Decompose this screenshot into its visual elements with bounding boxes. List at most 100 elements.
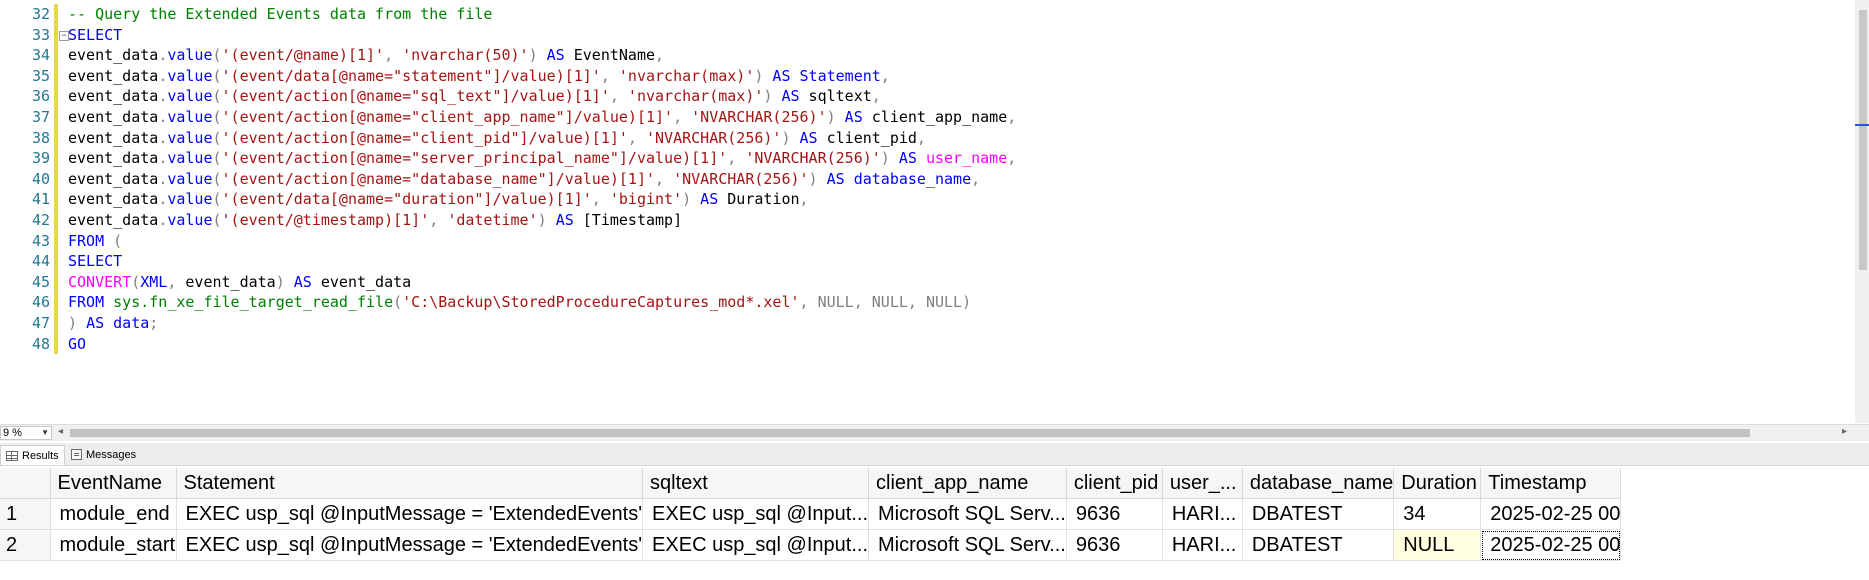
code-token: AS: [826, 169, 845, 188]
col-client-app-name[interactable]: client_app_name: [868, 468, 1067, 499]
code-token: (: [393, 293, 403, 312]
code-token: '(event/action[@name="sql_text"]/value)[…: [221, 87, 610, 106]
scroll-right-icon[interactable]: ▸: [1842, 426, 1847, 437]
code-token: ): [68, 313, 87, 332]
code-token: ,: [655, 46, 665, 65]
code-token: (: [212, 87, 222, 106]
table-cell[interactable]: EXEC usp_sql @Input...: [642, 529, 870, 561]
code-token: AS: [555, 210, 574, 229]
code-line[interactable]: event_data.value('(event/@timestamp)[1]'…: [68, 210, 1848, 231]
code-token: client_pid: [817, 128, 917, 147]
code-line[interactable]: event_data.value('(event/data[@name="dur…: [68, 189, 1848, 210]
code-token: ): [826, 107, 845, 126]
table-cell[interactable]: DBATEST: [1242, 529, 1395, 561]
horizontal-scroll-thumb[interactable]: [70, 429, 1750, 437]
code-token: ): [682, 190, 701, 209]
table-row[interactable]: 2 module_start EXEC usp_sql @InputMessage …: [0, 529, 1622, 561]
line-number: 47: [31, 313, 50, 332]
code-line[interactable]: ) AS data;: [68, 313, 1848, 334]
table-cell[interactable]: HARI...: [1162, 498, 1243, 530]
code-token: .: [158, 210, 168, 229]
table-cell[interactable]: Microsoft SQL Serv...: [868, 498, 1067, 530]
code-line[interactable]: event_data.value('(event/data[@name="sta…: [68, 66, 1848, 87]
table-cell[interactable]: 2025-02-25 00: [1480, 498, 1622, 530]
table-cell[interactable]: 9636: [1066, 498, 1163, 530]
code-area[interactable]: -- Query the Extended Events data from t…: [68, 4, 1848, 354]
editor-horizontal-bar: 9 % ▼ ◂ ▸: [0, 424, 1869, 441]
chevron-down-icon: ▼: [41, 428, 49, 437]
grid-header-row: EventName Statement sqltext client_app_name…: [0, 468, 1622, 499]
table-cell[interactable]: EXEC usp_sql @InputMessage = 'ExtendedEv…: [176, 529, 644, 561]
results-tab-bar: Results Messages: [0, 443, 1869, 466]
table-cell[interactable]: 2025-02-25 00: [1480, 529, 1622, 561]
tab-results[interactable]: Results: [0, 445, 65, 465]
code-token: '(event/action[@name="server_principal_n…: [221, 149, 728, 168]
table-cell[interactable]: DBATEST: [1242, 498, 1395, 530]
code-line[interactable]: FROM (: [68, 231, 1848, 252]
row-number-cell[interactable]: 2: [0, 529, 51, 561]
code-token: 'nvarchar(50)': [402, 46, 529, 65]
scroll-left-icon[interactable]: ◂: [58, 426, 63, 437]
col-client-pid[interactable]: client_pid: [1066, 468, 1163, 499]
code-token: -- Query the Extended Events data from t…: [68, 5, 493, 23]
code-token: sqltext: [799, 87, 872, 106]
table-cell[interactable]: 9636: [1066, 529, 1163, 561]
code-token: NULL: [871, 293, 908, 312]
query-editor[interactable]: 32 33 34 35 36 37 38 39 40 41 42 43 44 45 46 47 48 − -- …: [0, 0, 1869, 423]
code-token: ,: [673, 107, 692, 126]
table-row[interactable]: 1 module_end EXEC usp_sql @InputMessage = …: [0, 498, 1622, 530]
code-line[interactable]: SELECT: [68, 25, 1848, 46]
code-token: '(event/data[@name="duration"]/value)[1]…: [221, 190, 592, 209]
table-cell[interactable]: EXEC usp_sql @InputMessage = 'ExtendedEv…: [176, 498, 644, 530]
code-line[interactable]: event_data.value('(event/action[@name="c…: [68, 107, 1848, 128]
tab-messages[interactable]: Messages: [66, 445, 141, 464]
col-statement[interactable]: Statement: [176, 468, 644, 499]
col-eventname[interactable]: EventName: [50, 468, 177, 499]
code-token: ): [754, 66, 773, 85]
code-line[interactable]: SELECT: [68, 251, 1848, 272]
row-number-cell[interactable]: 1: [0, 498, 51, 530]
vertical-scroll-thumb[interactable]: [1859, 10, 1867, 270]
code-token: GO: [68, 334, 87, 353]
code-token: ,: [1007, 107, 1017, 126]
code-token: value: [167, 190, 213, 209]
code-line[interactable]: event_data.value('(event/action[@name="d…: [68, 169, 1848, 190]
table-cell[interactable]: module_end: [50, 498, 177, 530]
scroll-position-marker: [1855, 124, 1869, 126]
col-sqltext[interactable]: sqltext: [642, 468, 870, 499]
zoom-dropdown[interactable]: 9 % ▼: [0, 426, 52, 440]
table-cell[interactable]: NULL: [1393, 529, 1482, 561]
col-duration[interactable]: Duration: [1393, 468, 1482, 499]
code-line[interactable]: event_data.value('(event/action[@name="s…: [68, 86, 1848, 107]
code-token: Statement: [799, 66, 881, 85]
col-user-name[interactable]: user_...: [1162, 468, 1243, 499]
line-number: 33: [31, 25, 50, 44]
code-line[interactable]: event_data.value('(event/action[@name="c…: [68, 128, 1848, 149]
code-token: '(event/action[@name="database_name"]/va…: [221, 169, 656, 188]
row-number-header[interactable]: [0, 468, 51, 499]
vertical-scrollbar[interactable]: [1855, 0, 1869, 423]
code-token: 'NVARCHAR(256)': [673, 169, 809, 188]
code-line[interactable]: FROM sys.fn_xe_file_target_read_file('C:…: [68, 292, 1848, 313]
code-line[interactable]: -- Query the Extended Events data from t…: [68, 4, 1848, 25]
code-line[interactable]: CONVERT(XML, event_data) AS event_data: [68, 272, 1848, 293]
code-token: ): [808, 169, 827, 188]
code-token: 'C:\Backup\StoredProcedureCaptures_mod*.…: [402, 293, 800, 312]
code-token: value: [167, 128, 213, 147]
code-line[interactable]: GO: [68, 334, 1848, 355]
col-timestamp[interactable]: Timestamp: [1480, 468, 1622, 499]
table-cell[interactable]: HARI...: [1162, 529, 1243, 561]
table-cell[interactable]: Microsoft SQL Serv...: [868, 529, 1067, 561]
line-number: 46: [31, 293, 50, 312]
col-database-name[interactable]: database_name: [1242, 468, 1395, 499]
code-token: ,: [384, 46, 403, 65]
code-token: 'NVARCHAR(256)': [745, 149, 881, 168]
table-cell[interactable]: EXEC usp_sql @Input...: [642, 498, 870, 530]
table-cell[interactable]: 34: [1393, 498, 1482, 530]
code-line[interactable]: event_data.value('(event/action[@name="s…: [68, 148, 1848, 169]
line-number: 48: [31, 334, 50, 353]
code-line[interactable]: event_data.value('(event/@name)[1]', 'nv…: [68, 45, 1848, 66]
table-cell[interactable]: module_start: [50, 529, 177, 561]
code-token: ): [528, 46, 547, 65]
code-token: ,: [907, 293, 926, 312]
